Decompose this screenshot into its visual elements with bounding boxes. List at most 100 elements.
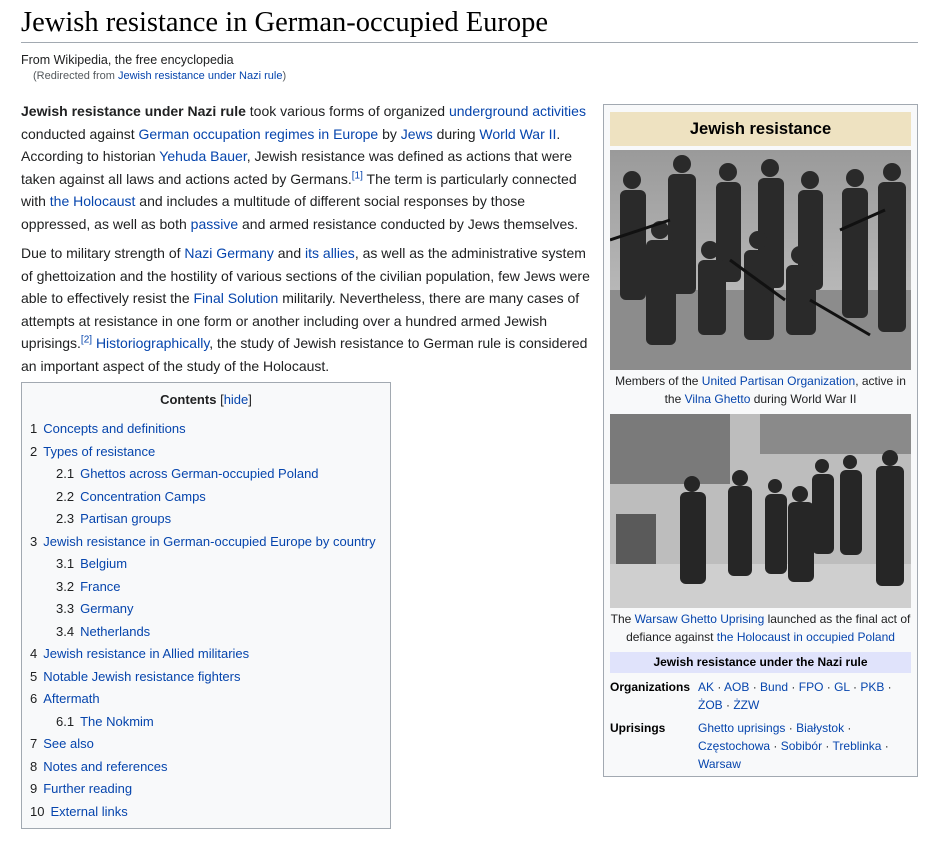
separator: · <box>722 698 734 712</box>
photo-caption-1: Members of the United Partisan Organizat… <box>610 372 911 408</box>
link-jews[interactable]: Jews <box>401 126 433 142</box>
link-warsaw-ghetto-uprising[interactable]: Warsaw Ghetto Uprising <box>635 612 765 626</box>
toc-item[interactable]: 3.4 Netherlands <box>30 621 382 644</box>
toc-link[interactable]: Concepts and definitions <box>43 421 185 436</box>
reference-1[interactable]: [1] <box>352 170 363 181</box>
uprising-link[interactable]: Ghetto uprisings <box>698 721 785 735</box>
link-passive[interactable]: passive <box>191 216 238 232</box>
separator: · <box>788 680 799 694</box>
link-yehuda-bauer[interactable]: Yehuda Bauer <box>159 148 246 164</box>
toc-link[interactable]: Partisan groups <box>80 511 171 526</box>
organization-link[interactable]: AK <box>698 680 714 694</box>
toc-number: 8 <box>30 758 38 774</box>
toc-number: 1 <box>30 421 38 436</box>
toc-link[interactable]: The Nokmim <box>80 714 154 729</box>
toc-hide-toggle: [hide] <box>220 392 252 407</box>
toc-hide-link[interactable]: hide <box>224 392 249 407</box>
toc-item[interactable]: 10 External links <box>30 801 382 824</box>
link-nazi-germany[interactable]: Nazi Germany <box>184 245 273 261</box>
link-underground-activities[interactable]: underground activities <box>449 103 586 119</box>
toc-link[interactable]: Notes and references <box>43 759 167 774</box>
link-world-war-ii[interactable]: World War II <box>479 126 556 142</box>
warsaw-uprising-photo[interactable] <box>610 414 911 608</box>
toc-item[interactable]: 3 Jewish resistance in German-occupied Eu… <box>30 531 382 554</box>
organizations-list: AK · AOB · Bund · FPO · GL · PKB · ŻOB ·… <box>698 678 911 714</box>
uprising-link[interactable]: Sobibór <box>781 739 822 753</box>
toc-item[interactable]: 3.2 France <box>30 576 382 599</box>
toc-link[interactable]: Germany <box>80 601 133 616</box>
link-united-partisan-organization[interactable]: United Partisan Organization <box>702 374 855 388</box>
link-its-allies[interactable]: its allies <box>305 245 355 261</box>
toc-item[interactable]: 2 Types of resistance <box>30 441 382 464</box>
organization-link[interactable]: ŻOB <box>698 698 723 712</box>
toc-link[interactable]: Further reading <box>43 781 132 796</box>
infobox-title: Jewish resistance <box>610 112 911 146</box>
toc-item[interactable]: 3.3 Germany <box>30 598 382 621</box>
text-run: by <box>378 125 401 142</box>
toc-item[interactable]: 4 Jewish resistance in Allied militaries <box>30 643 382 666</box>
toc-link[interactable]: France <box>80 579 120 594</box>
toc-link[interactable]: See also <box>43 736 94 751</box>
toc-link[interactable]: Belgium <box>80 556 127 571</box>
toc-number: 4 <box>30 646 38 661</box>
uprising-link[interactable]: Treblinka <box>833 739 882 753</box>
uprising-link[interactable]: Częstochowa <box>698 739 770 753</box>
toc-link[interactable]: Aftermath <box>43 691 99 706</box>
toc-link[interactable]: Concentration Camps <box>80 489 206 504</box>
intro-paragraph-2: Due to military strength of Nazi Germany… <box>21 242 593 377</box>
text-run: and armed resistance conducted by Jews t… <box>238 215 579 232</box>
link-holocaust-in-poland[interactable]: the Holocaust in occupied Poland <box>717 630 895 644</box>
uprising-link[interactable]: Białystok <box>796 721 844 735</box>
toc-item[interactable]: 9 Further reading <box>30 778 382 801</box>
organization-link[interactable]: FPO <box>799 680 824 694</box>
organization-link[interactable]: Bund <box>760 680 788 694</box>
redirect-link[interactable]: Jewish resistance under Nazi rule <box>118 70 282 82</box>
toc-list: 1 Concepts and definitions 2 Types of resis… <box>30 418 382 823</box>
organization-link[interactable]: PKB <box>860 680 884 694</box>
toc-item[interactable]: 5 Notable Jewish resistance fighters <box>30 666 382 689</box>
toc-title-row: Contents [hide] <box>30 392 382 407</box>
uprisings-label: Uprisings <box>610 721 666 735</box>
toc-number: 3.4 <box>56 623 75 639</box>
organization-link[interactable]: ŻZW <box>733 698 759 712</box>
link-historiographically[interactable]: Historiographically <box>96 335 209 351</box>
link-final-solution[interactable]: Final Solution <box>194 290 279 306</box>
toc-item[interactable]: 2.3 Partisan groups <box>30 508 382 531</box>
organization-link[interactable]: GL <box>834 680 850 694</box>
toc-item[interactable]: 6 Aftermath <box>30 688 382 711</box>
toc-number: 6.1 <box>56 713 75 729</box>
toc-number: 10 <box>30 803 45 819</box>
organization-link[interactable]: AOB <box>724 680 749 694</box>
toc-item[interactable]: 3.1 Belgium <box>30 553 382 576</box>
link-the-holocaust[interactable]: the Holocaust <box>50 193 136 209</box>
text-run: took various forms of organized <box>245 103 449 119</box>
toc-item[interactable]: 6.1 The Nokmim <box>30 711 382 734</box>
toc-item[interactable]: 2.1 Ghettos across German-occupied Poland <box>30 463 382 486</box>
separator: · <box>749 680 761 694</box>
partisans-photo[interactable] <box>610 150 911 370</box>
toc-link[interactable]: Jewish resistance in German-occupied Eur… <box>43 534 375 549</box>
toc-number: 2.2 <box>56 488 75 504</box>
toc-number: 3.2 <box>56 578 75 594</box>
separator: · <box>785 721 797 735</box>
reference-2[interactable]: [2] <box>81 334 92 345</box>
toc-link[interactable]: Notable Jewish resistance fighters <box>43 669 240 684</box>
toc-item[interactable]: 2.2 Concentration Camps <box>30 486 382 509</box>
article: Jewish resistance in German-occupied Eur… <box>21 0 918 829</box>
toc-item[interactable]: 8 Notes and references <box>30 756 382 779</box>
link-vilna-ghetto[interactable]: Vilna Ghetto <box>685 392 751 406</box>
toc-link[interactable]: External links <box>50 804 127 819</box>
text-run: Members of the <box>615 374 702 388</box>
toc-number: 3.1 <box>56 556 75 571</box>
separator: · <box>714 680 725 694</box>
photo-caption-2: The Warsaw Ghetto Uprising launched as t… <box>610 610 911 646</box>
toc-link[interactable]: Types of resistance <box>43 444 155 459</box>
link-german-occupation[interactable]: German occupation regimes in Europe <box>139 126 379 142</box>
toc-link[interactable]: Netherlands <box>80 624 150 639</box>
uprising-link[interactable]: Warsaw <box>698 757 741 771</box>
toc-link[interactable]: Ghettos across German-occupied Poland <box>80 466 318 481</box>
toc-link[interactable]: Jewish resistance in Allied militaries <box>43 646 249 661</box>
toc-item[interactable]: 7 See also <box>30 733 382 756</box>
infobox-row-organizations: Organizations AK · AOB · Bund · FPO · GL… <box>610 678 911 714</box>
toc-item[interactable]: 1 Concepts and definitions <box>30 418 382 441</box>
